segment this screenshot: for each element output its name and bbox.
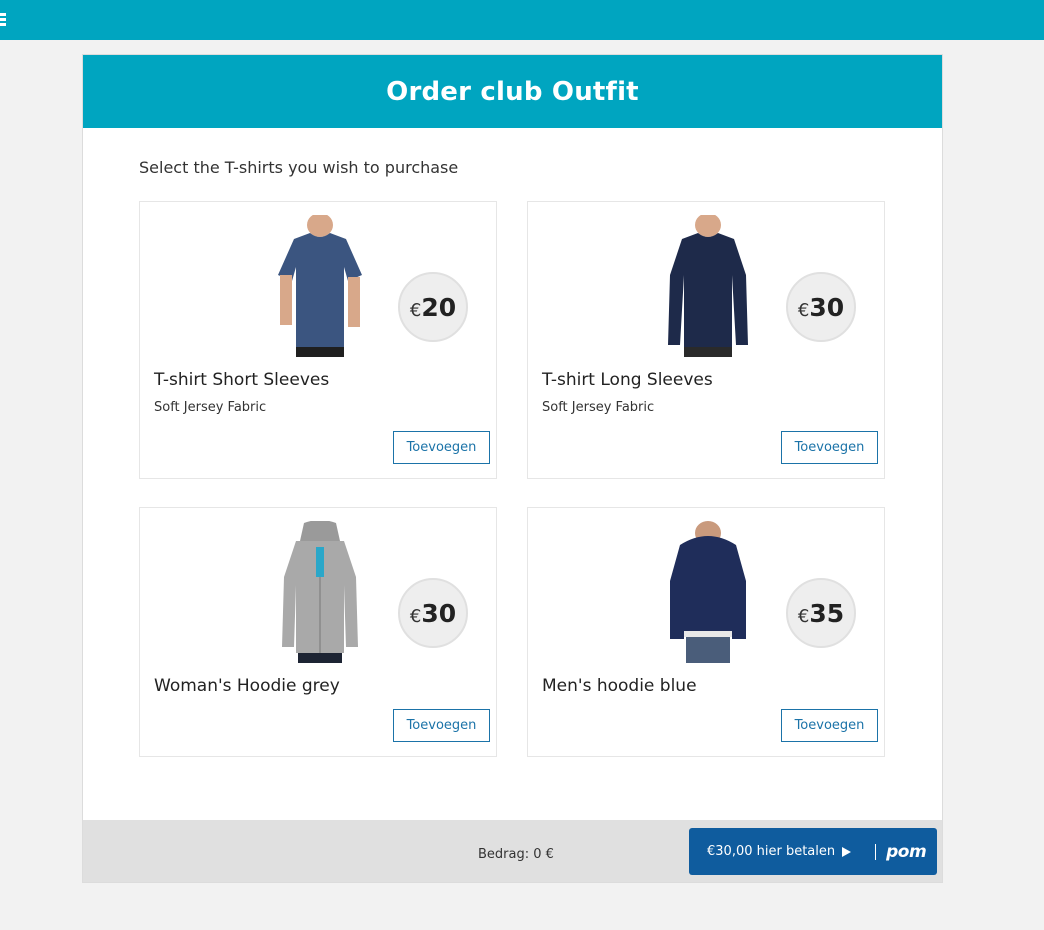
card-header: Order club Outfit: [83, 55, 942, 128]
currency-symbol: €: [409, 605, 422, 627]
product-name: T-shirt Long Sleeves: [542, 370, 713, 390]
currency-symbol: €: [409, 299, 422, 321]
price-badge: €30: [786, 272, 856, 342]
product-description: Soft Jersey Fabric: [154, 400, 267, 415]
order-card: Order club Outfit Select the T-shirts yo…: [82, 54, 943, 883]
hamburger-icon[interactable]: [0, 13, 6, 27]
pay-button-label: €30,00 hier betalen: [707, 844, 836, 859]
add-to-cart-button[interactable]: Toevoegen: [393, 431, 490, 464]
pay-button[interactable]: €30,00 hier betalen pom: [689, 828, 937, 875]
price-badge: €30: [398, 578, 468, 648]
blue-hoodie-image: [648, 521, 768, 663]
product-name: T-shirt Short Sleeves: [154, 370, 330, 390]
page-title: Order club Outfit: [386, 76, 639, 107]
product-description: Soft Jersey Fabric: [542, 400, 655, 415]
price-amount: 20: [421, 292, 457, 322]
total-amount: Bedrag: 0 €: [478, 847, 554, 862]
divider: [875, 843, 877, 860]
short-sleeve-tshirt-image: [260, 215, 380, 357]
product-card: €30 T-shirt Long Sleeves Soft Jersey Fab…: [527, 201, 885, 479]
price-amount: 30: [809, 292, 845, 322]
price-badge: €20: [398, 272, 468, 342]
pom-logo: pom: [886, 841, 927, 862]
add-to-cart-button[interactable]: Toevoegen: [781, 431, 878, 464]
product-card: €35 Men's hoodie blue Toevoegen: [527, 507, 885, 757]
add-to-cart-button[interactable]: Toevoegen: [781, 709, 878, 742]
price-amount: 35: [809, 598, 845, 628]
currency-symbol: €: [797, 605, 810, 627]
intro-text: Select the T-shirts you wish to purchase: [139, 158, 459, 177]
product-name: Men's hoodie blue: [542, 676, 697, 696]
long-sleeve-tshirt-image: [648, 215, 768, 357]
play-icon: [842, 846, 852, 857]
add-to-cart-button[interactable]: Toevoegen: [393, 709, 490, 742]
price-amount: 30: [421, 598, 457, 628]
product-card: €20 T-shirt Short Sleeves Soft Jersey Fa…: [139, 201, 497, 479]
grey-hoodie-image: [260, 521, 380, 663]
checkout-footer: Bedrag: 0 € €30,00 hier betalen pom: [83, 820, 942, 882]
price-badge: €35: [786, 578, 856, 648]
top-bar: [0, 0, 1044, 40]
product-name: Woman's Hoodie grey: [154, 676, 340, 696]
product-card: €30 Woman's Hoodie grey Toevoegen: [139, 507, 497, 757]
currency-symbol: €: [797, 299, 810, 321]
